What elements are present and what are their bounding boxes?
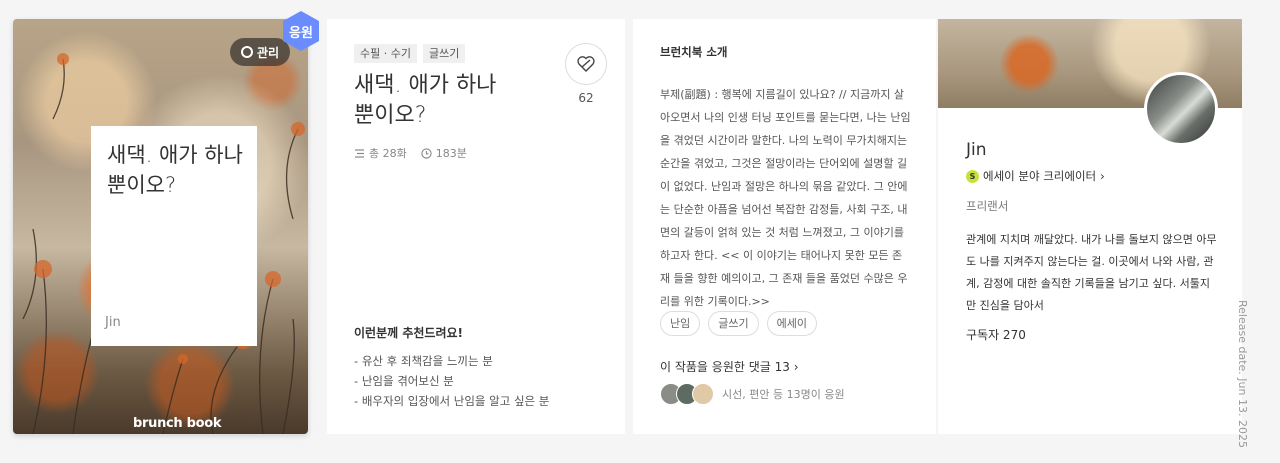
author-avatar[interactable] xyxy=(1144,72,1218,146)
manage-label: 관리 xyxy=(256,45,280,60)
reading-time-label: 183분 xyxy=(435,147,467,160)
creator-label: 에세이 분야 크리에이터 xyxy=(983,169,1097,183)
gear-icon xyxy=(240,46,253,58)
tag-item[interactable]: 수필 · 수기 xyxy=(354,44,417,63)
cover-author: Jin xyxy=(105,315,121,330)
like-count: 62 xyxy=(578,91,594,105)
release-date: Release date. Jun 13. 2025 xyxy=(1236,300,1249,448)
creator-link[interactable]: S 에세이 분야 크리에이터 › xyxy=(966,168,1105,184)
cover-title-card: 새댁. 애가 하나뿐이오? Jin xyxy=(91,126,257,346)
author-bio: 관계에 지치며 깨달았다. 내가 나를 돌보지 않으면 아무도 나를 지켜주지 … xyxy=(966,233,1217,312)
keyword-chip[interactable]: 난임 xyxy=(660,311,701,336)
chevron-right-icon: › xyxy=(1100,169,1105,183)
comment-link-label: 이 작품을 응원한 댓글 13 xyxy=(660,360,790,374)
supporters[interactable]: 시선, 편안 등 13명이 응원 xyxy=(660,383,845,405)
recommend-title: 이런분께 추천드려요! xyxy=(354,326,464,340)
reading-time: 183분 xyxy=(421,145,467,161)
intro-text: 부제(副題) : 행복에 지름길이 있나요? // 지금까지 살아오면서 나의 … xyxy=(660,88,911,308)
chevron-right-icon: › xyxy=(793,360,799,374)
comment-link[interactable]: 이 작품을 응원한 댓글 13 › xyxy=(660,358,799,375)
brunch-book-logo: brunch book xyxy=(133,416,222,431)
book-meta: 총 28화 183분 xyxy=(354,145,467,161)
author-panel: Jin S 에세이 분야 크리에이터 › 프리랜서 관계에 지치며 깨달았다. … xyxy=(938,19,1242,434)
episode-count: 총 28화 xyxy=(354,145,407,161)
keyword-list: 난임 글쓰기 에세이 xyxy=(660,311,817,336)
list-item: - 배우자의 입장에서 난임을 알고 싶은 분 xyxy=(354,394,550,408)
supporters-text: 시선, 편안 등 13명이 응원 xyxy=(722,388,845,401)
tag-list: 수필 · 수기 글쓰기 xyxy=(354,44,466,63)
support-badge-label: 응원 xyxy=(289,25,313,41)
avatar xyxy=(692,383,714,405)
clock-icon xyxy=(421,147,432,159)
keyword-chip[interactable]: 글쓰기 xyxy=(708,311,759,336)
like-button[interactable] xyxy=(565,43,607,85)
book-intro-panel: 브런치북 소개 부제(副題) : 행복에 지름길이 있나요? // 지금까지 살… xyxy=(633,19,936,434)
author-name[interactable]: Jin xyxy=(966,140,987,160)
intro-title: 브런치북 소개 xyxy=(660,45,728,59)
book-title: 새댁. 애가 하나뿐이오? xyxy=(354,73,497,128)
list-item: - 난임을 겪어보신 분 xyxy=(354,374,454,388)
keyword-chip[interactable]: 에세이 xyxy=(766,311,817,336)
list-item: - 유산 후 죄책감을 느끼는 분 xyxy=(354,354,493,368)
creator-badge: S xyxy=(966,169,979,183)
cover-title: 새댁. 애가 하나뿐이오? xyxy=(107,143,243,197)
tag-item[interactable]: 글쓰기 xyxy=(422,44,466,63)
episode-count-label: 총 28화 xyxy=(369,147,407,160)
support-badge[interactable]: 응원 xyxy=(280,10,322,52)
subscriber-count: 구독자 270 xyxy=(966,328,1026,342)
author-job: 프리랜서 xyxy=(966,199,1009,213)
recommend-list: - 유산 후 죄책감을 느끼는 분 - 난임을 겪어보신 분 - 배우자의 입장… xyxy=(354,351,549,411)
book-info-panel: 수필 · 수기 글쓰기 새댁. 애가 하나뿐이오? 총 28화 183분 62 … xyxy=(327,19,625,434)
list-icon xyxy=(355,148,364,158)
heart-icon xyxy=(577,56,595,72)
book-cover[interactable]: 새댁. 애가 하나뿐이오? Jin brunch book xyxy=(13,19,308,434)
